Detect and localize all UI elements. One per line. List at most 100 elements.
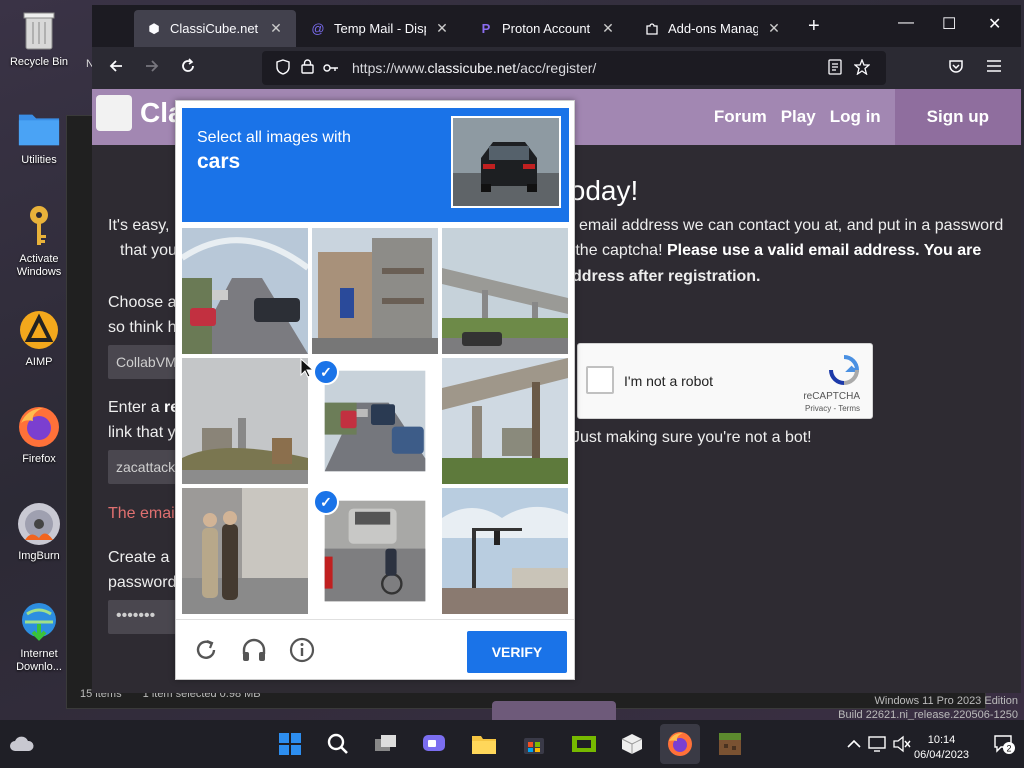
shield-icon[interactable] [272,58,294,78]
watermark-line-1: Windows 11 Pro 2023 Edition [874,695,1019,707]
minimize-button[interactable]: — [898,14,914,32]
nav-toolbar: https://www.classicube.net/acc/register/ [92,47,1021,89]
desktop-icon-label: Firefox [22,453,56,465]
challenge-instruction: Select all images with [197,129,351,146]
close-tab-icon[interactable]: ✕ [600,20,616,37]
url-prefix: https://www. [352,60,428,76]
desktop-icon-label: ImgBurn [18,550,60,562]
menu-hamburger-icon[interactable] [986,58,1002,78]
notification-icon[interactable]: 2 [990,730,1018,758]
email-field[interactable]: zacattack [108,450,178,484]
cube-icon: ⬢ [148,20,160,36]
address-bar[interactable]: https://www.classicube.net/acc/register/ [262,51,886,85]
nav-forum-link[interactable]: Forum [714,107,767,127]
firefox-shortcut[interactable]: Firefox [4,405,74,466]
info-icon[interactable] [286,634,318,666]
tile-road-cars[interactable] [324,370,426,472]
verify-button[interactable]: VERIFY [467,631,567,673]
recaptcha-challenge: Select all images with cars ✓ ✓ VERIFY [175,100,575,680]
nav-login-link[interactable]: Log in [830,107,881,127]
close-tab-icon[interactable]: ✕ [766,20,782,37]
folder-icon [17,106,61,150]
new-tab-button[interactable]: + [808,15,820,38]
globe-download-icon [17,600,61,644]
close-tab-icon[interactable]: ✕ [268,20,284,37]
intro-right-2: e the captcha! Please use a valid email … [562,238,981,263]
email-error-text: The emai [108,505,175,522]
close-window-button[interactable]: ✕ [988,14,1001,34]
audio-challenge-icon[interactable] [238,634,270,666]
tab-classicube[interactable]: ⬢ ClassiCube.net ✕ [134,10,296,47]
tab-temp-mail[interactable]: @ Temp Mail - Disposal ✕ [298,10,462,47]
forward-button[interactable] [144,58,160,79]
store-icon[interactable] [520,730,548,758]
recaptcha-checkbox[interactable] [586,366,614,394]
firefox-taskbar-icon[interactable] [660,724,700,764]
url-path: /acc/register/ [516,60,597,76]
url-host: classicube.net [427,60,517,76]
challenge-footer: VERIFY [176,619,574,679]
intro-text-left: It's easy, [108,213,169,238]
tab-addons[interactable]: Add-ons Manager ✕ [632,10,794,47]
bookmark-star-icon[interactable] [853,58,871,79]
lock-icon[interactable] [296,59,318,77]
back-button[interactable] [108,58,124,79]
tile-bridge-road-cars[interactable] [182,228,308,354]
proton-icon: P [481,21,491,36]
recycle-bin-shortcut[interactable]: Recycle Bin [4,8,74,69]
aimp-shortcut[interactable]: AIMP [4,308,74,369]
tile-overpass-pole[interactable] [442,358,568,484]
intro-line-1: It's easy, [108,217,170,234]
nav-play-link[interactable]: Play [781,107,816,127]
tile-building-street[interactable] [312,228,438,354]
tile-overpass[interactable] [442,228,568,354]
close-tab-icon[interactable]: ✕ [434,20,450,37]
example-car-image [451,116,561,208]
reload-challenge-icon[interactable] [190,634,222,666]
selected-check-icon: ✓ [313,489,339,515]
internet-download-shortcut[interactable]: Internet Downlo... [4,600,74,674]
username-field[interactable]: CollabVM [108,345,178,379]
windows-watermark: Windows 11 Pro 2023 Edition Build 22621.… [838,694,1018,722]
nvidia-app-icon[interactable] [570,730,598,758]
pocket-icon[interactable] [948,58,964,79]
volume-muted-icon[interactable] [888,730,916,758]
desktop-icon-label: Recycle Bin [9,56,69,68]
tile-street-trees[interactable] [182,358,308,484]
enter-email-label: Enter a re [108,395,179,420]
password-field[interactable]: ••••••• [108,600,178,634]
weather-cloud-icon[interactable] [8,730,36,758]
system-clock[interactable]: 10:14 06/04/2023 [914,733,969,763]
tile-people-sidewalk[interactable] [182,488,308,614]
mouse-cursor-icon [300,357,315,383]
desktop: Recycle Bin N Utilities Activate Windows… [0,0,1024,768]
password-label-2: password [108,574,177,591]
start-windows-icon[interactable] [276,730,304,758]
utilities-shortcut[interactable]: Utilities [4,106,74,167]
notification-count: 2 [1006,744,1011,754]
cube-logo-icon [96,95,132,131]
activate-windows-shortcut[interactable]: Activate Windows [4,205,74,279]
imgburn-shortcut[interactable]: ImgBurn [4,502,74,563]
file-explorer-icon[interactable] [470,730,498,758]
tab-title: Add-ons Manager [668,21,758,36]
key-permission-icon[interactable] [320,60,342,76]
classicube-logo[interactable]: Cla [96,95,184,131]
cube-app-icon[interactable] [618,730,646,758]
reload-button[interactable] [180,58,196,79]
minecraft-icon[interactable] [716,730,744,758]
nav-signup-link[interactable]: Sign up [894,89,1021,145]
search-icon[interactable] [324,730,352,758]
intro-right-2a: e the captcha! [562,242,667,259]
at-icon: @ [311,21,325,36]
tab-proton[interactable]: P Proton Account ✕ [466,10,628,47]
maximize-button[interactable]: ☐ [942,14,956,34]
reader-view-icon[interactable] [828,59,842,79]
recaptcha-privacy-terms[interactable]: Privacy - Terms [805,404,860,413]
tile-car-cyclist[interactable] [324,500,426,602]
recycle-bin-icon [17,8,61,52]
tile-traffic-light[interactable] [442,488,568,614]
chat-icon[interactable] [420,730,448,758]
desktop-icon-label: Utilities [21,154,57,166]
task-view-icon[interactable] [372,730,400,758]
